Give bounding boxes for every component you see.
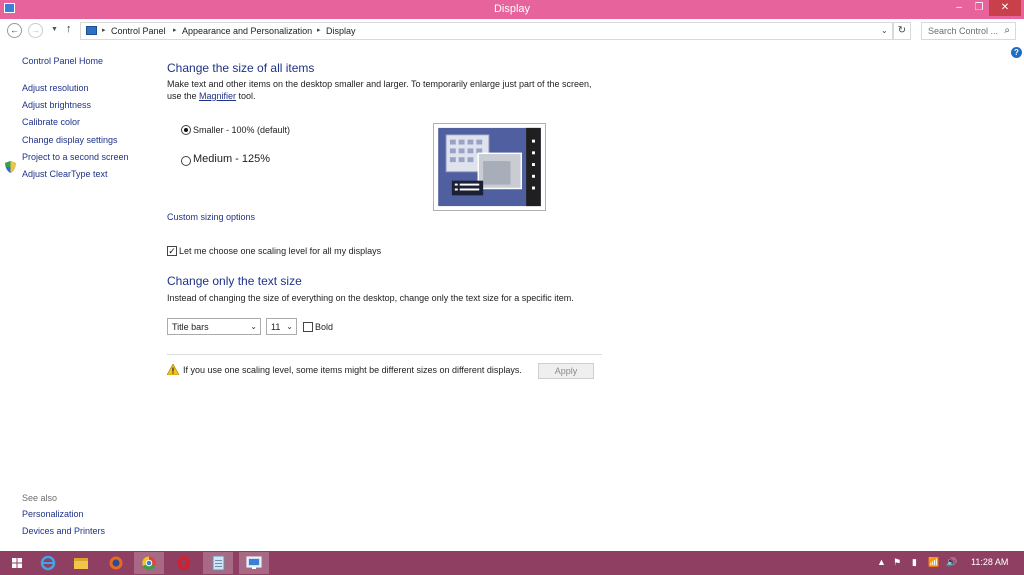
file-explorer-icon[interactable] (66, 552, 96, 574)
control-panel-icon[interactable] (239, 552, 269, 574)
shield-icon (5, 161, 16, 173)
address-bar[interactable]: ▸ Control Panel ▸ Appearance and Persona… (80, 22, 893, 40)
warning-text: If you use one scaling level, some items… (183, 365, 522, 375)
network-icon[interactable]: 📶 (928, 557, 939, 568)
minimize-button[interactable]: – (950, 0, 968, 16)
restore-button[interactable]: ❐ (970, 0, 988, 16)
size-section-description: Make text and other items on the desktop… (167, 79, 592, 89)
apply-button[interactable]: Apply (538, 363, 594, 379)
control-panel-icon (86, 26, 97, 35)
see-also-label: See also (22, 493, 58, 503)
size-section-description-line2: use the Magnifier tool. (167, 90, 256, 102)
firefox-icon[interactable] (101, 552, 131, 574)
taskbar-clock[interactable]: 11:28 AM (971, 557, 1008, 567)
section-divider (167, 354, 602, 355)
sidebar-item-adjust-brightness[interactable]: Adjust brightness (22, 100, 91, 110)
breadcrumb-separator[interactable]: ▸ (102, 26, 106, 34)
search-input[interactable]: Search Control ... ⌕ (921, 22, 1016, 40)
radio-smaller-100-label[interactable]: Smaller - 100% (default) (193, 124, 290, 136)
font-size-select[interactable]: 11 ⌄ (266, 318, 297, 335)
breadcrumb-separator[interactable]: ▸ (173, 26, 177, 34)
display-window: Display – ❐ ✕ ← → ▼ ↑ ▸ Control Panel ▸ … (0, 0, 1024, 551)
breadcrumb-control-panel[interactable]: Control Panel (111, 26, 166, 36)
sidebar-control-panel-home[interactable]: Control Panel Home (22, 56, 103, 66)
radio-smaller-100[interactable] (181, 125, 191, 135)
sidebar-item-change-display-settings[interactable]: Change display settings (22, 135, 118, 145)
custom-sizing-options-link[interactable]: Custom sizing options (167, 211, 255, 223)
close-button[interactable]: ✕ (989, 0, 1021, 16)
opera-icon[interactable] (169, 552, 199, 574)
size-section-heading: Change the size of all items (167, 61, 315, 75)
magnifier-link[interactable]: Magnifier (199, 91, 236, 101)
radio-medium-125-label[interactable]: Medium - 125% (193, 153, 270, 165)
chrome-icon[interactable] (134, 552, 164, 574)
sidebar-item-calibrate-color[interactable]: Calibrate color (22, 117, 80, 127)
description-text: tool. (236, 91, 256, 101)
search-icon[interactable]: ⌕ (1004, 25, 1010, 36)
see-also-devices-printers[interactable]: Devices and Printers (22, 526, 105, 536)
search-placeholder: Search Control ... (928, 26, 999, 36)
scaling-preview-image (433, 123, 546, 211)
action-center-icon[interactable]: ⚑ (893, 557, 901, 568)
start-icon[interactable] (2, 552, 32, 574)
title-bar: Display – ❐ ✕ (0, 0, 1024, 19)
sidebar: Control Panel Home Adjust resolution Adj… (0, 44, 160, 551)
radio-medium-125[interactable] (181, 156, 191, 166)
window-title: Display (493, 3, 531, 15)
internet-explorer-icon[interactable] (33, 552, 63, 574)
warning-icon (167, 364, 179, 375)
sidebar-item-adjust-cleartype[interactable]: Adjust ClearType text (22, 169, 108, 179)
address-row: ← → ▼ ↑ ▸ Control Panel ▸ Appearance and… (0, 19, 1024, 43)
forward-button[interactable]: → (28, 23, 43, 38)
taskbar: ▲ ⚑ ▮ 📶 🔊 11:28 AM (0, 551, 1024, 575)
one-scaling-level-label[interactable]: Let me choose one scaling level for all … (179, 245, 381, 257)
text-section-description: Instead of changing the size of everythi… (167, 293, 574, 303)
refresh-button[interactable]: ↻ (893, 22, 911, 40)
chevron-down-icon: ⌄ (286, 322, 293, 331)
bold-checkbox[interactable] (303, 322, 313, 332)
one-scaling-level-checkbox[interactable]: ✓ (167, 246, 177, 256)
text-item-select[interactable]: Title bars ⌄ (167, 318, 261, 335)
address-dropdown-button[interactable]: ⌄ (881, 26, 888, 35)
text-section-heading: Change only the text size (167, 274, 302, 288)
breadcrumb-separator[interactable]: ▸ (317, 26, 321, 34)
show-hidden-icons-button[interactable]: ▲ (877, 557, 886, 567)
recent-locations-button[interactable]: ▼ (51, 26, 58, 33)
notepad-icon[interactable] (203, 552, 233, 574)
power-icon[interactable]: ▮ (912, 557, 917, 568)
up-button[interactable]: ↑ (66, 23, 72, 35)
volume-icon[interactable]: 🔊 (946, 557, 957, 568)
description-text: use the (167, 91, 200, 101)
breadcrumb-display[interactable]: Display (326, 26, 356, 36)
see-also-personalization[interactable]: Personalization (22, 509, 84, 519)
font-size-select-value: 11 (271, 322, 281, 332)
back-button[interactable]: ← (7, 23, 22, 38)
text-item-select-value: Title bars (172, 322, 209, 332)
help-icon[interactable]: ? (1011, 47, 1022, 58)
bold-label[interactable]: Bold (315, 321, 333, 333)
sidebar-item-adjust-resolution[interactable]: Adjust resolution (22, 83, 89, 93)
breadcrumb-appearance[interactable]: Appearance and Personalization (182, 26, 312, 36)
sidebar-item-project-second-screen[interactable]: Project to a second screen (22, 152, 129, 162)
chevron-down-icon: ⌄ (250, 322, 257, 331)
